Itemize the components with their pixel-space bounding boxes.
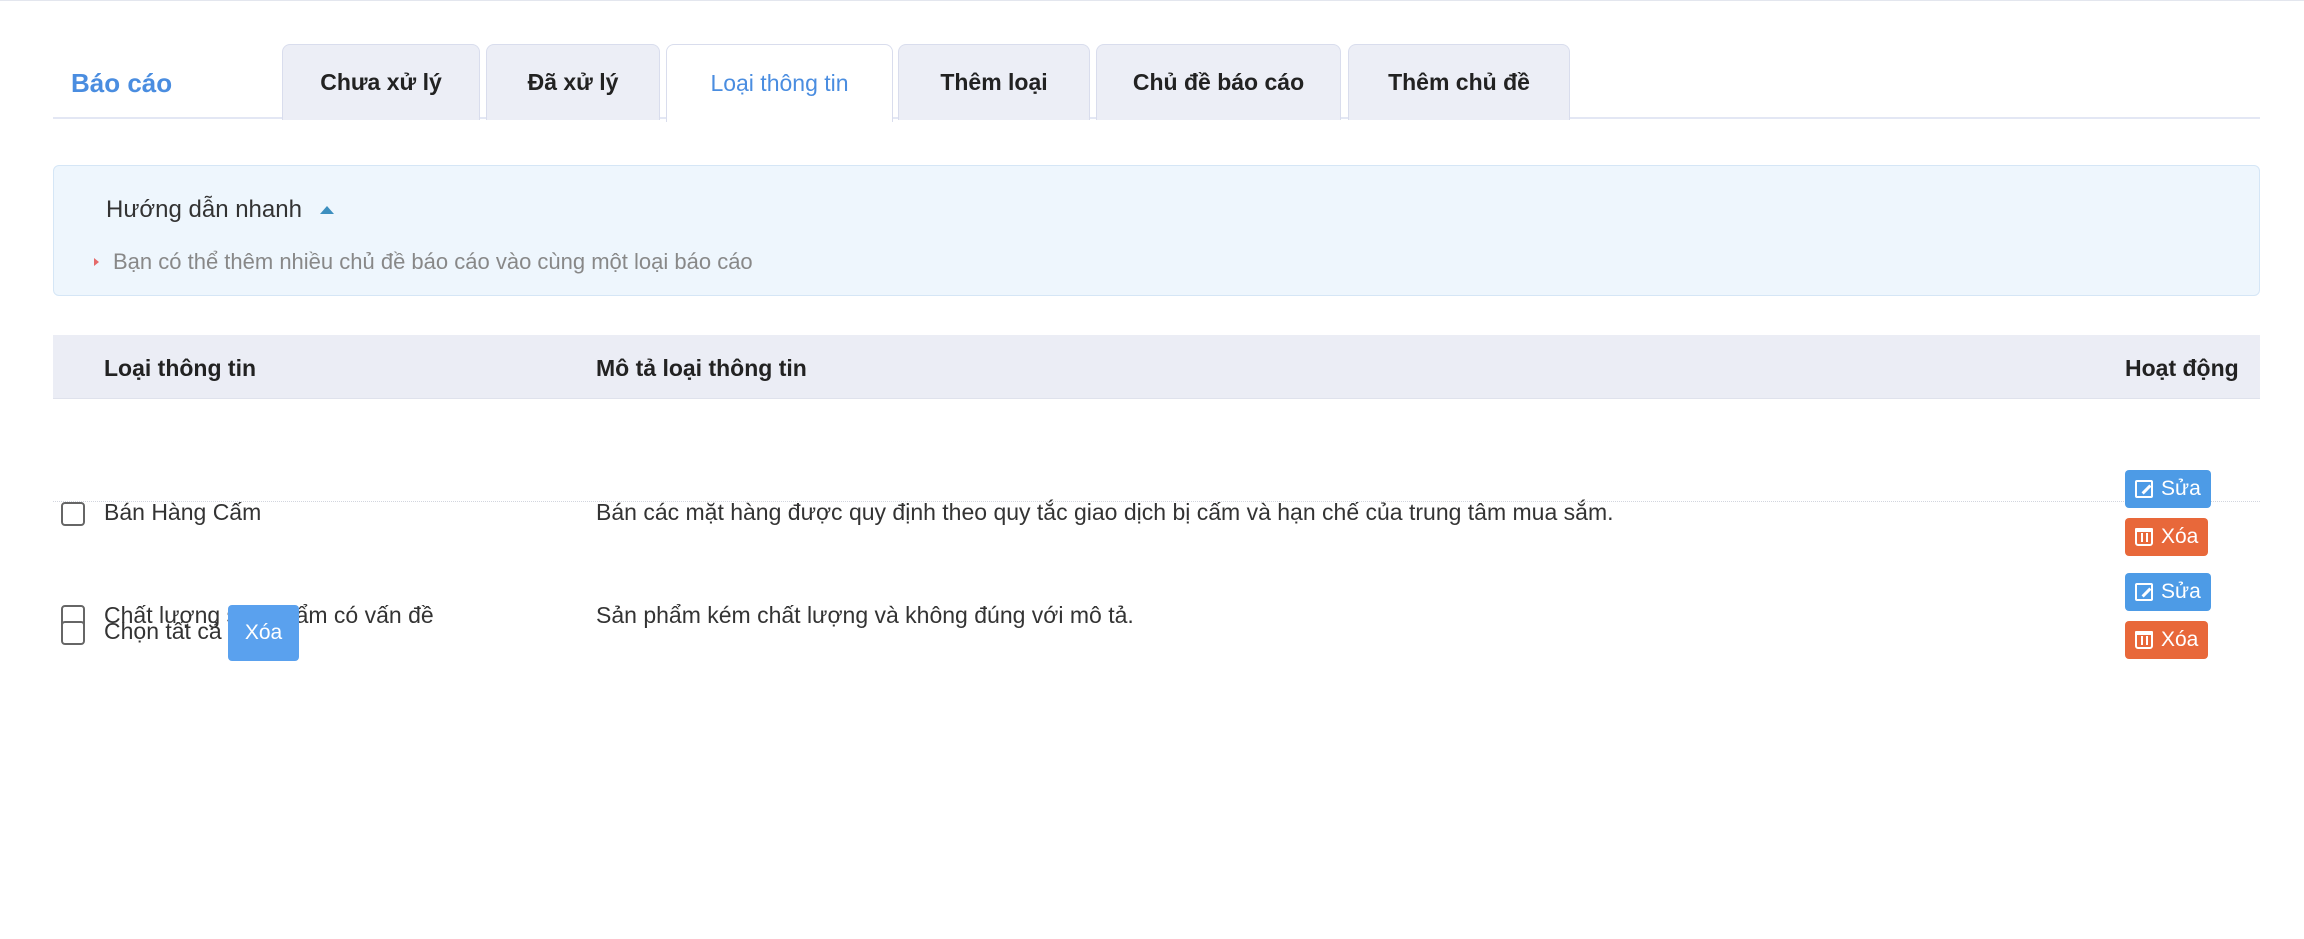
quick-guide-item-text: Bạn có thể thêm nhiều chủ đề báo cáo vào…: [113, 249, 753, 274]
delete-button-label: Xóa: [2161, 628, 2199, 651]
page-header: Báo cáo Chưa xử lý Đã xử lý Loại thông t…: [53, 44, 2260, 122]
bulk-actions: Chọn tất cả Xóa: [53, 605, 653, 661]
edit-button-label: Sửa: [2161, 580, 2201, 603]
edit-icon: [2135, 583, 2153, 601]
tab-add-topic[interactable]: Thêm chủ đề: [1348, 44, 1570, 120]
bullet-icon: [94, 258, 99, 266]
tab-report-topics[interactable]: Chủ đề báo cáo: [1096, 44, 1341, 120]
trash-icon: [2135, 631, 2153, 649]
column-header-actions: Hoạt động: [2125, 355, 2239, 381]
edit-button-label: Sửa: [2161, 477, 2201, 500]
quick-guide-toggle[interactable]: Hướng dẫn nhanh: [106, 196, 334, 224]
tab-processed[interactable]: Đã xử lý: [486, 44, 660, 120]
column-header-description: Mô tả loại thông tin: [596, 355, 807, 381]
tab-info-types[interactable]: Loại thông tin: [666, 44, 893, 122]
quick-guide-item: Bạn có thể thêm nhiều chủ đề báo cáo vào…: [94, 249, 753, 275]
tab-pending[interactable]: Chưa xử lý: [282, 44, 480, 120]
edit-icon: [2135, 480, 2153, 498]
table-header: Loại thông tin Mô tả loại thông tin Hoạt…: [53, 335, 2260, 399]
tab-add-type[interactable]: Thêm loại: [898, 44, 1090, 120]
quick-guide-title: Hướng dẫn nhanh: [106, 196, 302, 223]
caret-up-icon: [319, 206, 334, 214]
quick-guide: Hướng dẫn nhanh Bạn có thể thêm nhiều ch…: [53, 165, 2260, 296]
bulk-delete-button[interactable]: Xóa: [228, 605, 299, 661]
select-all-checkbox[interactable]: [61, 621, 85, 645]
select-all-label: Chọn tất cả: [104, 618, 222, 644]
info-types-table: Loại thông tin Mô tả loại thông tin Hoạt…: [53, 335, 2260, 659]
delete-button[interactable]: Xóa: [2125, 621, 2209, 659]
row-description: Sản phẩm kém chất lượng và không đúng vớ…: [596, 602, 1134, 628]
page-title: Báo cáo: [71, 68, 173, 98]
column-header-type: Loại thông tin: [104, 355, 257, 381]
table-row: Chất lượng sản phẩm có vấn đề Sản phẩm k…: [53, 502, 2260, 659]
edit-button[interactable]: Sửa: [2125, 573, 2211, 611]
top-border: [0, 0, 2304, 1]
table-row: Bán Hàng Cấm Bán các mặt hàng được quy đ…: [53, 399, 2260, 556]
